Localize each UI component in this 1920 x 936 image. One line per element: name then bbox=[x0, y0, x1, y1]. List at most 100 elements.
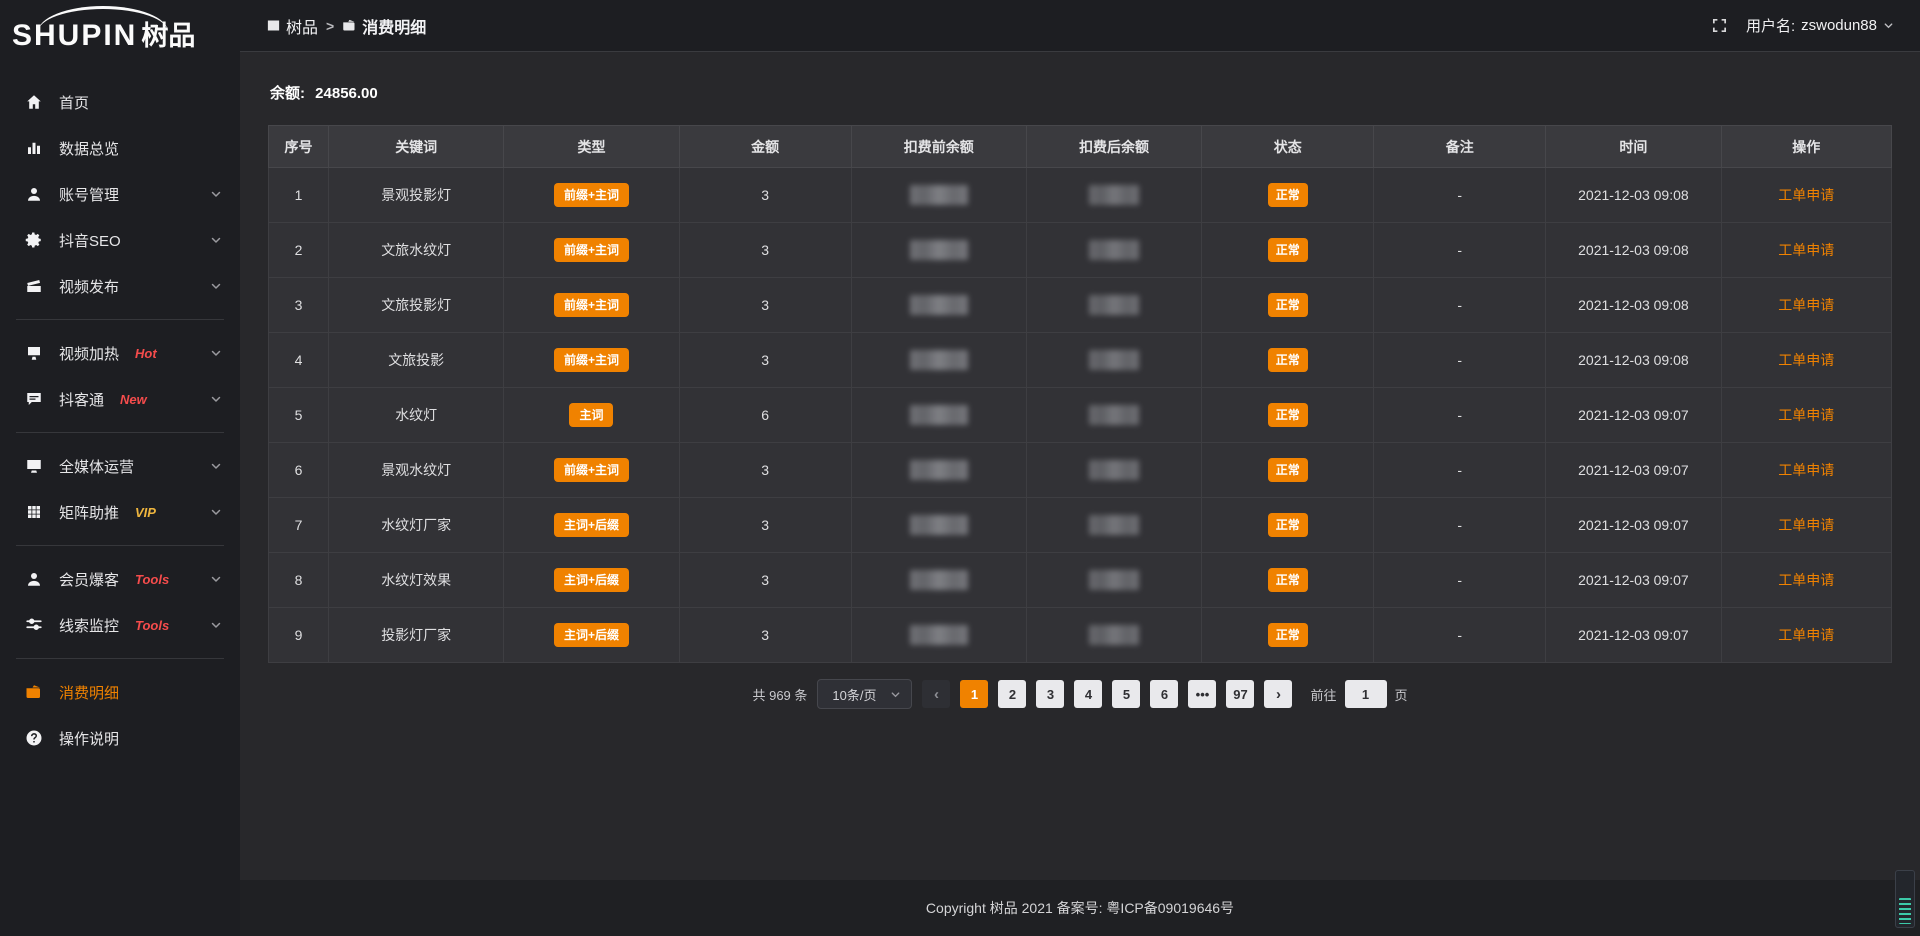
cell-remark: - bbox=[1374, 498, 1546, 553]
more-pages-button[interactable]: ••• bbox=[1188, 680, 1216, 708]
page-button-2[interactable]: 2 bbox=[998, 680, 1026, 708]
page-button-1[interactable]: 1 bbox=[960, 680, 988, 708]
blurred-balance-after bbox=[1089, 515, 1139, 535]
user-menu[interactable]: 用户名: zswodun88 bbox=[1746, 15, 1894, 36]
blurred-balance-after bbox=[1089, 240, 1139, 260]
table-row: 2 文旅水纹灯 前缀+主词 3 正常 - 2021-12-03 09:08 工单… bbox=[269, 223, 1892, 278]
gear-icon bbox=[24, 230, 44, 250]
cell-time: 2021-12-03 09:07 bbox=[1546, 498, 1721, 553]
page-button-97[interactable]: 97 bbox=[1226, 680, 1254, 708]
table-row: 9 投影灯厂家 主词+后缀 3 正常 - 2021-12-03 09:07 工单… bbox=[269, 608, 1892, 663]
picture-icon bbox=[266, 18, 281, 33]
chevron-down-icon bbox=[890, 689, 901, 700]
cell-amount: 3 bbox=[679, 498, 851, 553]
page-button-3[interactable]: 3 bbox=[1036, 680, 1064, 708]
main-column: 树品 > 消费明细 用户名: zswodun88 bbox=[240, 0, 1920, 936]
breadcrumb-current-label: 消费明细 bbox=[362, 14, 426, 38]
cell-type: 前缀+主词 bbox=[504, 443, 679, 498]
page-size-select[interactable]: 10条/页 bbox=[817, 679, 912, 709]
work-order-link[interactable]: 工单申请 bbox=[1778, 572, 1834, 588]
cell-remark: - bbox=[1374, 443, 1546, 498]
username-label: 用户名: bbox=[1746, 15, 1795, 36]
fullscreen-icon[interactable] bbox=[1711, 17, 1728, 34]
table-row: 4 文旅投影 前缀+主词 3 正常 - 2021-12-03 09:08 工单申… bbox=[269, 333, 1892, 388]
cell-balance-after bbox=[1026, 168, 1201, 223]
sidebar-item[interactable]: 首页 bbox=[0, 79, 240, 125]
breadcrumb-home[interactable]: 树品 bbox=[266, 14, 318, 38]
work-order-link[interactable]: 工单申请 bbox=[1778, 462, 1834, 478]
sidebar: SHUPIN树品 首页 数据总览 账号管理 抖音SEO 视频发布 bbox=[0, 0, 240, 936]
cell-balance-after bbox=[1026, 498, 1201, 553]
sidebar-divider bbox=[16, 432, 224, 433]
video-icon bbox=[24, 276, 44, 296]
cell-status: 正常 bbox=[1202, 278, 1374, 333]
sidebar-item[interactable]: 线索监控 Tools bbox=[0, 602, 240, 648]
cell-balance-before bbox=[851, 498, 1026, 553]
goto-page-input[interactable] bbox=[1345, 680, 1387, 708]
cell-time: 2021-12-03 09:08 bbox=[1546, 333, 1721, 388]
column-header: 备注 bbox=[1374, 126, 1546, 168]
sidebar-divider bbox=[16, 545, 224, 546]
logo-arc-decoration bbox=[38, 6, 168, 32]
table-row: 1 景观投影灯 前缀+主词 3 正常 - 2021-12-03 09:08 工单… bbox=[269, 168, 1892, 223]
work-order-link[interactable]: 工单申请 bbox=[1778, 407, 1834, 423]
page-button-6[interactable]: 6 bbox=[1150, 680, 1178, 708]
work-order-link[interactable]: 工单申请 bbox=[1778, 517, 1834, 533]
page-button-5[interactable]: 5 bbox=[1112, 680, 1140, 708]
cell-remark: - bbox=[1374, 553, 1546, 608]
work-order-link[interactable]: 工单申请 bbox=[1778, 352, 1834, 368]
sidebar-item[interactable]: 全媒体运营 bbox=[0, 443, 240, 489]
cell-action: 工单申请 bbox=[1721, 498, 1891, 553]
sidebar-item[interactable]: 视频加热 Hot bbox=[0, 330, 240, 376]
sidebar-item-label: 账号管理 bbox=[59, 184, 119, 205]
sidebar-item[interactable]: 抖客通 New bbox=[0, 376, 240, 422]
sidebar-item-tag: Tools bbox=[135, 618, 169, 633]
goto-label: 前往 bbox=[1310, 685, 1336, 704]
cell-status: 正常 bbox=[1202, 443, 1374, 498]
sidebar-item[interactable]: 矩阵助推 VIP bbox=[0, 489, 240, 535]
next-page-button[interactable]: › bbox=[1264, 680, 1292, 708]
sidebar-item[interactable]: 数据总览 bbox=[0, 125, 240, 171]
cell-remark: - bbox=[1374, 333, 1546, 388]
browser-extension-widget[interactable] bbox=[1895, 870, 1915, 928]
page-size-value: 10条/页 bbox=[832, 685, 876, 704]
sidebar-item[interactable]: 消费明细 bbox=[0, 669, 240, 715]
sidebar-item[interactable]: 视频发布 bbox=[0, 263, 240, 309]
bar-chart-icon bbox=[24, 138, 44, 158]
cell-balance-after bbox=[1026, 388, 1201, 443]
cell-time: 2021-12-03 09:08 bbox=[1546, 168, 1721, 223]
chat-icon bbox=[24, 389, 44, 409]
cell-remark: - bbox=[1374, 278, 1546, 333]
work-order-link[interactable]: 工单申请 bbox=[1778, 187, 1834, 203]
sidebar-item[interactable]: 抖音SEO bbox=[0, 217, 240, 263]
sidebar-item-tag: Tools bbox=[135, 572, 169, 587]
cell-time: 2021-12-03 09:07 bbox=[1546, 608, 1721, 663]
page-button-4[interactable]: 4 bbox=[1074, 680, 1102, 708]
cell-amount: 3 bbox=[679, 333, 851, 388]
cell-type: 前缀+主词 bbox=[504, 168, 679, 223]
cell-time: 2021-12-03 09:08 bbox=[1546, 278, 1721, 333]
status-badge: 正常 bbox=[1268, 238, 1308, 262]
monitor-icon bbox=[24, 456, 44, 476]
work-order-link[interactable]: 工单申请 bbox=[1778, 242, 1834, 258]
column-header: 扣费前余额 bbox=[851, 126, 1026, 168]
table-header: 序号关键词类型金额扣费前余额扣费后余额状态备注时间操作 bbox=[269, 126, 1892, 168]
work-order-link[interactable]: 工单申请 bbox=[1778, 627, 1834, 643]
table-row: 7 水纹灯厂家 主词+后缀 3 正常 - 2021-12-03 09:07 工单… bbox=[269, 498, 1892, 553]
sidebar-item[interactable]: 账号管理 bbox=[0, 171, 240, 217]
cell-status: 正常 bbox=[1202, 223, 1374, 278]
blurred-balance-after bbox=[1089, 570, 1139, 590]
type-badge: 前缀+主词 bbox=[554, 293, 629, 317]
cell-action: 工单申请 bbox=[1721, 443, 1891, 498]
chevron-down-icon bbox=[210, 347, 222, 359]
cell-action: 工单申请 bbox=[1721, 278, 1891, 333]
blurred-balance-after bbox=[1089, 350, 1139, 370]
cell-balance-after bbox=[1026, 608, 1201, 663]
sidebar-item[interactable]: 操作说明 bbox=[0, 715, 240, 761]
cell-time: 2021-12-03 09:07 bbox=[1546, 443, 1721, 498]
cell-remark: - bbox=[1374, 388, 1546, 443]
work-order-link[interactable]: 工单申请 bbox=[1778, 297, 1834, 313]
sidebar-item[interactable]: 会员爆客 Tools bbox=[0, 556, 240, 602]
prev-page-button[interactable]: ‹ bbox=[922, 680, 950, 708]
cell-index: 4 bbox=[269, 333, 329, 388]
